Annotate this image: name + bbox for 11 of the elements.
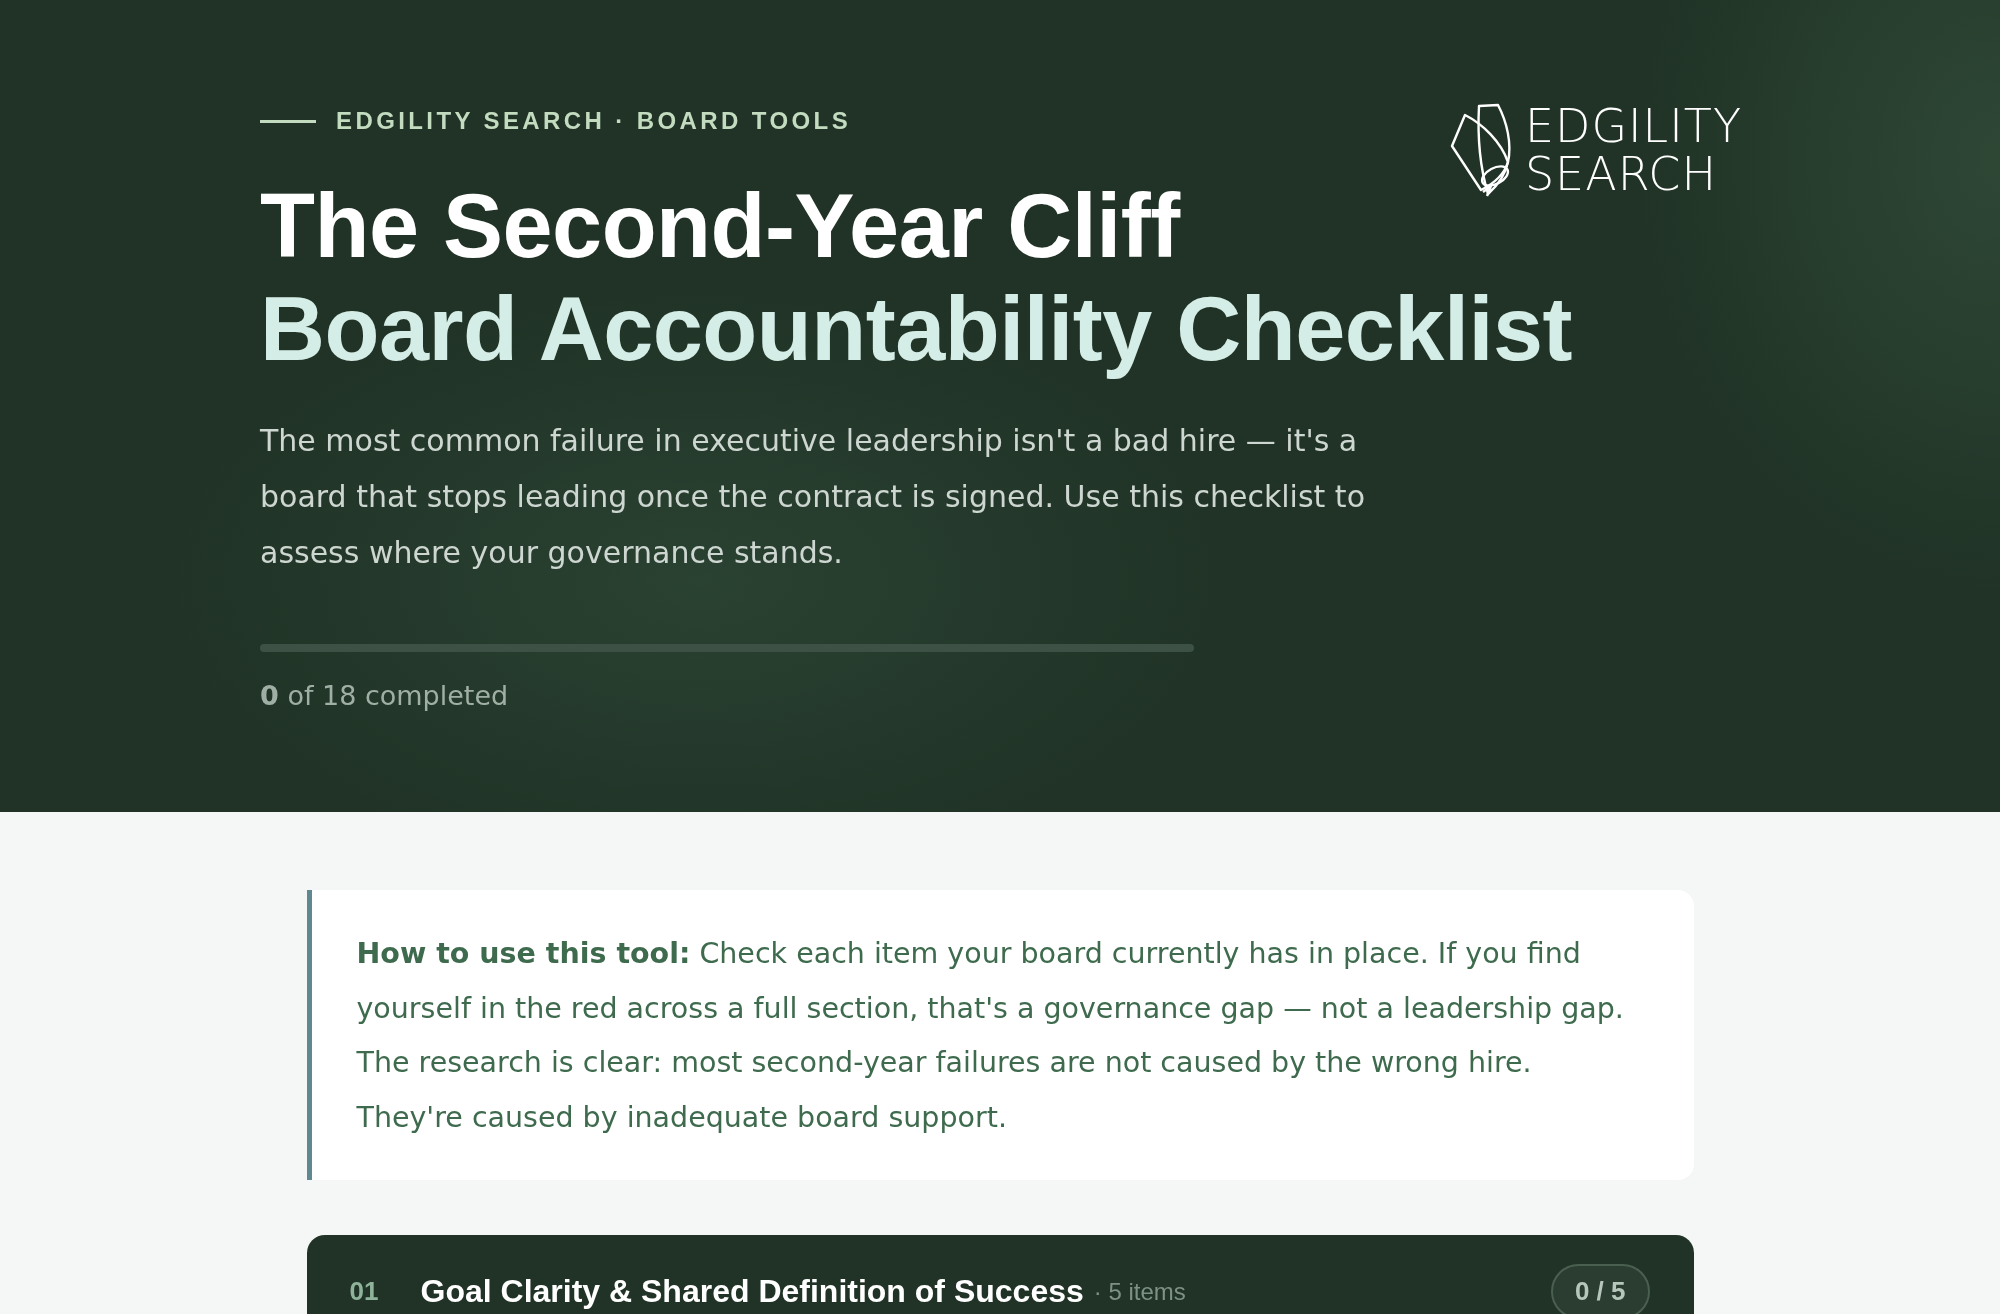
section-score-badge: 0 / 5 xyxy=(1550,1264,1650,1314)
eyebrow-label: EDGILITY SEARCH · BOARD TOOLS xyxy=(336,106,852,136)
page-subtitle: Board Accountability Checklist xyxy=(260,278,1572,381)
progress-count: 0 of 18 completed xyxy=(260,679,509,713)
section-title: Goal Clarity & Shared Definition of Success xyxy=(420,1273,1084,1310)
logo-wordmark: EDGILITY SEARCH xyxy=(1524,102,1742,198)
page-title: The Second-Year Cliff xyxy=(260,175,1180,278)
intro-paragraph: The most common failure in executive leadership isn't a bad hire — it's a board that stops leading once the contract is signed. Use this checklist to assess where your governance stands. xyxy=(260,422,1366,572)
section-item-count: · 5 items xyxy=(1093,1277,1186,1306)
instructions-note: How to use this tool: Check each item your board currently has in place. If you find yourself in the red across a full section, that's a governance gap — not a leadership gap. The research is clear: most second-year failures are not caused by the wrong hire. They're caused by inadequate board support. xyxy=(306,890,1694,1180)
section-number: 01 xyxy=(349,1276,380,1307)
